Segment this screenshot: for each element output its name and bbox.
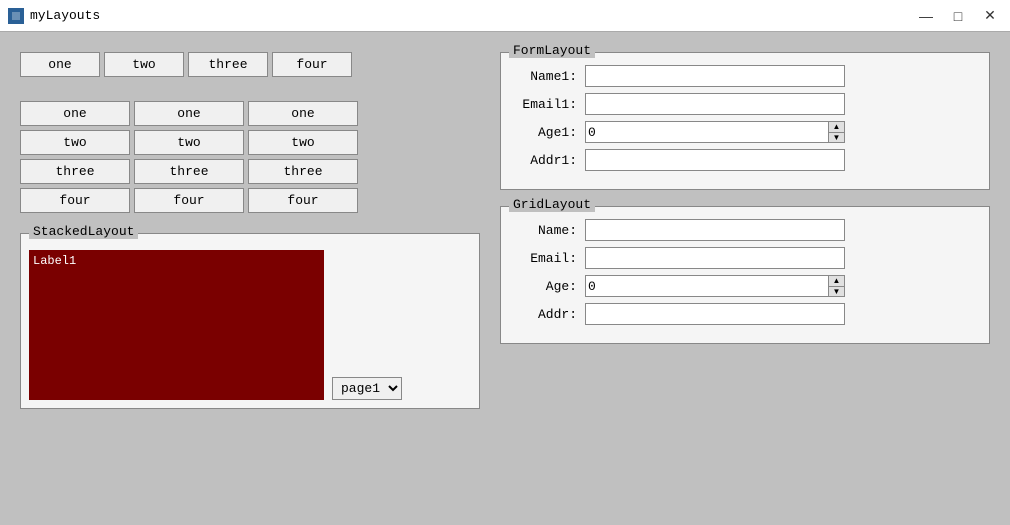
window-title: myLayouts <box>30 8 914 23</box>
form-label-age1: Age1: <box>517 125 577 140</box>
grid-label-name: Name: <box>517 223 577 238</box>
stacked-canvas: Label1 <box>29 250 324 400</box>
form-row-name1: Name1: <box>517 65 973 87</box>
three-col-grid: one one one two two two three three thre… <box>20 101 480 213</box>
stacked-layout-section: StackedLayout Label1 page1 page2 page3 <box>20 233 480 409</box>
form-row-age1: Age1: ▲ ▼ <box>517 121 973 143</box>
form-row-email1: Email1: <box>517 93 973 115</box>
title-bar: myLayouts — □ ✕ <box>0 0 1010 32</box>
form-label-name1: Name1: <box>517 69 577 84</box>
grid-layout-section: GridLayout Name: Email: Age: ▲ ▼ <box>500 206 990 344</box>
grid-input-email[interactable] <box>585 247 845 269</box>
grid-col1-btn-three[interactable]: three <box>20 159 130 184</box>
window-controls: — □ ✕ <box>914 4 1002 28</box>
grid-col3-btn-two[interactable]: two <box>248 130 358 155</box>
grid-spinbox-age: ▲ ▼ <box>585 275 845 297</box>
app-icon <box>8 8 24 24</box>
stacked-canvas-label: Label1 <box>33 254 76 268</box>
hbox-btn-one[interactable]: one <box>20 52 100 77</box>
grid-col2-btn-two[interactable]: two <box>134 130 244 155</box>
form-spinbox-age1: ▲ ▼ <box>585 121 845 143</box>
grid-col3-btn-four[interactable]: four <box>248 188 358 213</box>
spinbox-age1-down[interactable]: ▼ <box>829 133 844 143</box>
spinbox-age1-up[interactable]: ▲ <box>829 122 844 133</box>
grid-row-addr: Addr: <box>517 303 973 325</box>
grid-label-addr: Addr: <box>517 307 577 322</box>
grid-col1-btn-one[interactable]: one <box>20 101 130 126</box>
grid-row-email: Email: <box>517 247 973 269</box>
grid-col1-btn-two[interactable]: two <box>20 130 130 155</box>
hbox-layout: one two three four <box>20 52 480 77</box>
maximize-button[interactable]: □ <box>946 4 970 28</box>
stacked-layout-title: StackedLayout <box>29 224 138 239</box>
form-label-email1: Email1: <box>517 97 577 112</box>
spinbox-age-up[interactable]: ▲ <box>829 276 844 287</box>
form-layout-title: FormLayout <box>509 43 595 58</box>
hbox-btn-two[interactable]: two <box>104 52 184 77</box>
grid-col2-btn-four[interactable]: four <box>134 188 244 213</box>
grid-col1-btn-four[interactable]: four <box>20 188 130 213</box>
minimize-button[interactable]: — <box>914 4 938 28</box>
grid-col3-btn-three[interactable]: three <box>248 159 358 184</box>
grid-row-name: Name: <box>517 219 973 241</box>
grid-col2-btn-one[interactable]: one <box>134 101 244 126</box>
grid-input-name[interactable] <box>585 219 845 241</box>
form-input-email1[interactable] <box>585 93 845 115</box>
spinbox-age-down[interactable]: ▼ <box>829 287 844 297</box>
grid-col3-btn-one[interactable]: one <box>248 101 358 126</box>
form-input-addr1[interactable] <box>585 149 845 171</box>
form-row-addr1: Addr1: <box>517 149 973 171</box>
close-button[interactable]: ✕ <box>978 4 1002 28</box>
stacked-page-dropdown[interactable]: page1 page2 page3 <box>332 377 402 400</box>
hbox-btn-four[interactable]: four <box>272 52 352 77</box>
form-spinbox-age1-input[interactable] <box>586 125 828 140</box>
hbox-btn-three[interactable]: three <box>188 52 268 77</box>
grid-label-age: Age: <box>517 279 577 294</box>
grid-input-addr[interactable] <box>585 303 845 325</box>
form-input-name1[interactable] <box>585 65 845 87</box>
form-layout-section: FormLayout Name1: Email1: Age1: ▲ ▼ <box>500 52 990 190</box>
grid-spinbox-age-input[interactable] <box>586 279 828 294</box>
grid-layout-title: GridLayout <box>509 197 595 212</box>
grid-label-email: Email: <box>517 251 577 266</box>
form-label-addr1: Addr1: <box>517 153 577 168</box>
grid-col2-btn-three[interactable]: three <box>134 159 244 184</box>
grid-row-age: Age: ▲ ▼ <box>517 275 973 297</box>
